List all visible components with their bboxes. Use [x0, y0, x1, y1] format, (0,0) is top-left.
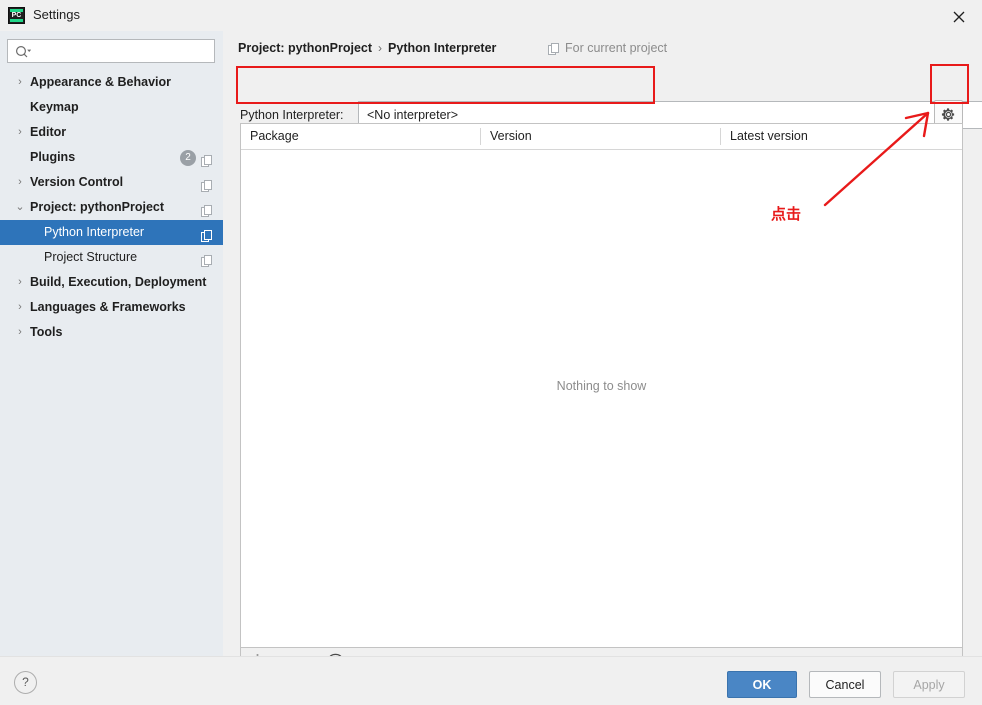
ok-button[interactable]: OK [727, 671, 797, 698]
search-box[interactable] [7, 39, 215, 63]
settings-sidebar: › Appearance & Behavior Keymap › Editor Plugi… [0, 31, 223, 656]
settings-dialog: PC Settings › Appearance & Behavior Keymap… [0, 0, 982, 705]
sidebar-item-label: Languages & Frameworks [30, 300, 186, 314]
dialog-footer: ? OK Cancel Apply [0, 656, 982, 705]
search-input[interactable] [38, 43, 212, 61]
help-button[interactable]: ? [14, 671, 37, 694]
sidebar-item-project-pythonproject[interactable]: ⌄ Project: pythonProject [0, 195, 223, 220]
chevron-down-icon[interactable]: ⌄ [14, 195, 26, 220]
apply-button: Apply [893, 671, 965, 698]
chevron-right-icon[interactable]: › [14, 70, 26, 95]
breadcrumb-separator: › [378, 41, 383, 55]
breadcrumb-root[interactable]: Project: pythonProject [238, 41, 372, 55]
for-current-project-label: For current project [565, 41, 668, 55]
gear-icon [941, 108, 955, 121]
interpreter-value: <No interpreter> [367, 108, 459, 122]
chevron-right-icon[interactable]: › [14, 120, 26, 145]
sidebar-item-version-control[interactable]: › Version Control [0, 170, 223, 195]
plugins-count-badge: 2 [180, 150, 196, 166]
sidebar-item-tools[interactable]: › Tools [0, 320, 223, 345]
settings-tree: › Appearance & Behavior Keymap › Editor Plugi… [0, 70, 223, 345]
sidebar-item-python-interpreter[interactable]: Python Interpreter [0, 220, 223, 245]
sidebar-item-label: Project: pythonProject [30, 200, 165, 214]
sidebar-item-plugins[interactable]: Plugins 2 [0, 145, 223, 170]
cancel-button[interactable]: Cancel [809, 671, 881, 698]
sidebar-item-keymap[interactable]: Keymap [0, 95, 223, 120]
sidebar-item-label: Build, Execution, Deployment [30, 275, 207, 289]
project-scope-icon [548, 41, 560, 61]
chevron-right-icon[interactable]: › [14, 320, 26, 345]
close-icon[interactable] [936, 0, 982, 31]
sidebar-item-languages-frameworks[interactable]: › Languages & Frameworks [0, 295, 223, 320]
chevron-right-icon[interactable]: › [14, 170, 26, 195]
main-panel: Project: pythonProject › Python Interprete… [223, 31, 982, 671]
pycharm-icon: PC [8, 7, 25, 24]
sidebar-item-build-execution-deployment[interactable]: › Build, Execution, Deployment [0, 270, 223, 295]
sidebar-item-label: Python Interpreter [44, 225, 145, 239]
for-current-project-note: For current project [548, 38, 667, 58]
packages-table: Package Version Latest version Nothing to … [240, 123, 963, 648]
sidebar-item-label: Version Control [30, 175, 124, 189]
empty-state-message: Nothing to show [556, 378, 647, 393]
sidebar-item-label: Appearance & Behavior [30, 75, 172, 89]
sidebar-item-label: Plugins [30, 150, 76, 164]
sidebar-item-label: Editor [30, 125, 67, 139]
sidebar-item-label: Keymap [30, 100, 79, 114]
breadcrumb-leaf: Python Interpreter [388, 41, 497, 55]
sidebar-item-appearance-behavior[interactable]: › Appearance & Behavior [0, 70, 223, 95]
sidebar-item-project-structure[interactable]: Project Structure [0, 245, 223, 270]
title-bar: PC Settings [0, 0, 982, 32]
breadcrumb: Project: pythonProject › Python Interprete… [238, 38, 667, 58]
chevron-right-icon[interactable]: › [14, 295, 26, 320]
window-title: Settings [33, 7, 80, 22]
chevron-right-icon[interactable]: › [14, 270, 26, 295]
interpreter-label: Python Interpreter: [240, 108, 344, 122]
sidebar-item-label: Tools [30, 325, 63, 339]
sidebar-item-editor[interactable]: › Editor [0, 120, 223, 145]
search-icon [15, 45, 32, 62]
sidebar-item-label: Project Structure [44, 250, 138, 264]
